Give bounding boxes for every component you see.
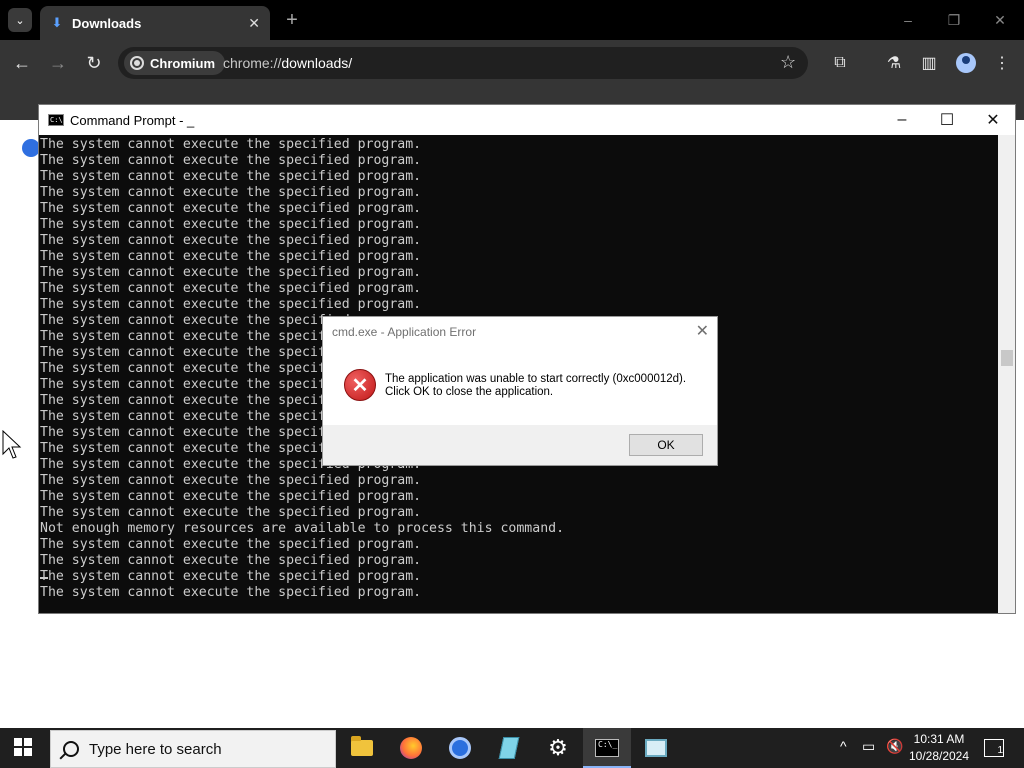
- cmd-app-icon: C:\: [48, 114, 64, 126]
- cmd-maximize-icon[interactable]: ☐: [924, 105, 970, 135]
- chromium-taskbar-icon[interactable]: [445, 733, 475, 763]
- tab-search-button[interactable]: ⌄: [8, 8, 32, 32]
- cmd-output-line: Not enough memory resources are availabl…: [40, 521, 565, 536]
- mouse-cursor-icon: [2, 430, 22, 459]
- url-scheme: chrome://: [223, 55, 282, 71]
- cmd-output-line: The system cannot execute the specified …: [40, 169, 422, 184]
- volume-muted-icon[interactable]: 🔇: [886, 738, 903, 755]
- clock-time: 10:31 AM: [913, 732, 965, 746]
- url-path: downloads/: [281, 55, 353, 71]
- taskbar-clock[interactable]: 10:31 AM 10/28/2024: [906, 731, 972, 765]
- labs-flask-icon[interactable]: ⚗: [883, 52, 905, 74]
- cmd-scrollbar[interactable]: [998, 135, 1015, 613]
- forward-icon[interactable]: →: [46, 51, 70, 75]
- reload-icon[interactable]: ↻: [82, 51, 106, 75]
- cmd-title-bar[interactable]: C:\ Command Prompt - _ – ☐ ✕: [39, 105, 1015, 135]
- firefox-icon[interactable]: [396, 733, 426, 763]
- extensions-icon[interactable]: ⧉: [829, 52, 851, 74]
- cmd-output-line: The system cannot execute the specified …: [40, 153, 422, 168]
- side-panel-icon[interactable]: ▥: [918, 52, 940, 74]
- cmd-output-line: The system cannot execute the specified …: [40, 233, 422, 248]
- url-text[interactable]: chrome://downloads/: [223, 55, 352, 71]
- cmd-output-line: The system cannot execute the specified …: [40, 249, 422, 264]
- bookmark-star-icon[interactable]: ☆: [780, 52, 796, 73]
- app-window-taskbar-icon[interactable]: [641, 733, 671, 763]
- minimize-icon[interactable]: –: [888, 8, 928, 32]
- ok-button[interactable]: OK: [629, 434, 703, 456]
- cmd-close-icon[interactable]: ✕: [970, 105, 1016, 135]
- cmd-output-line: The system cannot execute the specified …: [40, 265, 422, 280]
- cmd-output-line: The system cannot execute the specified …: [40, 585, 422, 600]
- cmd-output-line: The system cannot execute the specified …: [40, 553, 422, 568]
- clock-date: 10/28/2024: [908, 749, 970, 763]
- search-placeholder: Type here to search: [89, 741, 222, 758]
- cmd-output-line: The system cannot execute the specified …: [40, 297, 422, 312]
- application-error-dialog: cmd.exe - Application Error ✕ ✕ The appl…: [322, 316, 718, 466]
- dialog-message: The application was unable to start corr…: [385, 373, 686, 399]
- cmd-output-line: The system cannot execute the specified …: [40, 185, 422, 200]
- tab-title: Downloads: [72, 15, 142, 31]
- cmd-output-line: The system cannot execute the specified …: [40, 505, 422, 520]
- cmd-output-line: The system cannot execute the specified …: [40, 217, 422, 232]
- cmd-output-line: The system cannot execute the specified …: [40, 537, 422, 552]
- notepad-icon[interactable]: [494, 733, 524, 763]
- file-explorer-icon[interactable]: [347, 733, 377, 763]
- cmd-text-cursor: [40, 577, 48, 579]
- site-info-chip[interactable]: Chromium: [124, 51, 225, 75]
- menu-kebab-icon[interactable]: ⋮: [991, 52, 1013, 74]
- error-x-icon: ✕: [344, 369, 376, 401]
- new-tab-button[interactable]: +: [282, 8, 302, 32]
- cmd-scrollbar-thumb[interactable]: [1001, 350, 1013, 366]
- close-icon[interactable]: ✕: [980, 8, 1020, 32]
- cmd-window-title: Command Prompt - _: [70, 112, 195, 128]
- windows-start-icon[interactable]: [14, 738, 32, 756]
- dialog-message-line1: The application was unable to start corr…: [385, 373, 687, 385]
- cmd-output-line: The system cannot execute the specified …: [40, 281, 422, 296]
- restore-icon[interactable]: ❐: [934, 8, 974, 32]
- tab-close-icon[interactable]: ✕: [248, 15, 260, 32]
- notification-center-icon[interactable]: 1: [984, 739, 1004, 757]
- tray-chevron-up-icon[interactable]: ^: [840, 738, 847, 754]
- dialog-title: cmd.exe - Application Error: [332, 325, 477, 339]
- cmd-output-line: The system cannot execute the specified …: [40, 201, 422, 216]
- cmd-output-line: The system cannot execute the specified …: [40, 489, 422, 504]
- taskbar-search-box[interactable]: Type here to search: [50, 730, 336, 768]
- notification-count: 1: [997, 745, 1003, 756]
- profile-avatar[interactable]: [956, 53, 976, 73]
- chromium-icon: [130, 56, 144, 70]
- cmd-minimize-icon[interactable]: –: [879, 105, 925, 135]
- browser-tab-strip: ⌄ ⬇ Downloads ✕ + – ❐ ✕: [0, 0, 1024, 40]
- command-prompt-taskbar-icon[interactable]: C:\_: [592, 733, 622, 763]
- cmd-output-line: The system cannot execute the specified …: [40, 569, 422, 584]
- site-chip-label: Chromium: [150, 55, 215, 71]
- network-icon[interactable]: ▭: [862, 738, 875, 755]
- search-icon: [63, 741, 79, 757]
- settings-gear-icon[interactable]: ⚙: [543, 733, 573, 763]
- dialog-message-line2: Click OK to close the application.: [385, 386, 554, 398]
- download-icon: ⬇: [51, 15, 63, 30]
- back-icon[interactable]: ←: [10, 51, 34, 75]
- tab-downloads[interactable]: ⬇ Downloads ✕: [40, 6, 270, 40]
- cmd-output-line: The system cannot execute the specified …: [40, 473, 422, 488]
- dialog-close-icon[interactable]: ✕: [696, 321, 709, 341]
- cmd-output-line: The system cannot execute the specified …: [40, 137, 422, 152]
